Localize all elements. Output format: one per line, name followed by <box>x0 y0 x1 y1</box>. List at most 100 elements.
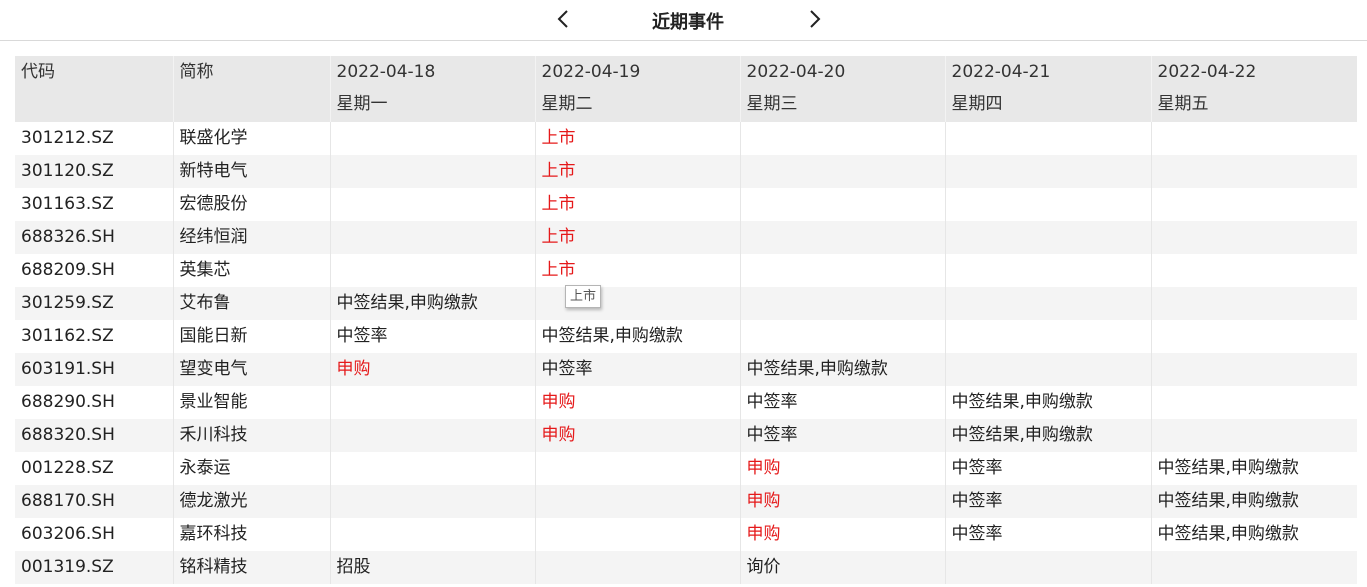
table-row[interactable]: 688290.SH 景业智能 申购 中签率 中签结果,申购缴款 <box>15 386 1357 419</box>
event-cell[interactable] <box>1150 353 1357 386</box>
event-cell[interactable]: 上市 <box>534 254 740 287</box>
event-cell[interactable]: 申购 <box>739 485 945 518</box>
event-cell[interactable]: 中签结果,申购缴款 <box>944 386 1151 419</box>
event-cell[interactable] <box>739 287 945 320</box>
event-cell[interactable] <box>1150 320 1357 353</box>
event-cell[interactable] <box>944 254 1151 287</box>
event-cell[interactable]: 中签率 <box>739 419 945 452</box>
event-cell[interactable]: 上市 <box>534 221 740 254</box>
stock-name-cell[interactable]: 景业智能 <box>172 386 330 419</box>
event-cell[interactable] <box>329 254 535 287</box>
column-header[interactable]: 2022-04-20 星期三 <box>739 56 945 122</box>
stock-code-cell[interactable]: 301162.SZ <box>15 320 173 353</box>
stock-code-cell[interactable]: 603206.SH <box>15 518 173 551</box>
event-cell[interactable]: 上市 <box>534 122 740 155</box>
event-cell[interactable]: 中签率 <box>944 452 1151 485</box>
stock-code-cell[interactable]: 688290.SH <box>15 386 173 419</box>
column-header[interactable]: 2022-04-19 星期二 <box>534 56 740 122</box>
event-cell[interactable] <box>739 221 945 254</box>
event-cell[interactable]: 中签结果,申购缴款 <box>944 419 1151 452</box>
event-cell[interactable]: 上市 <box>534 188 740 221</box>
table-row[interactable]: 301120.SZ 新特电气 上市 <box>15 155 1357 188</box>
event-cell[interactable] <box>944 320 1151 353</box>
column-header[interactable]: 2022-04-22 星期五 <box>1150 56 1357 122</box>
stock-name-cell[interactable]: 嘉环科技 <box>172 518 330 551</box>
event-cell[interactable] <box>534 452 740 485</box>
table-row[interactable]: 001228.SZ 永泰运 申购 中签率 中签结果,申购缴款 <box>15 452 1357 485</box>
column-header[interactable]: 代码 <box>15 56 173 122</box>
column-header[interactable]: 2022-04-18 星期一 <box>329 56 535 122</box>
event-cell[interactable]: 中签结果,申购缴款 <box>1150 485 1357 518</box>
event-cell[interactable] <box>1150 122 1357 155</box>
event-cell[interactable] <box>739 254 945 287</box>
stock-name-cell[interactable]: 国能日新 <box>172 320 330 353</box>
event-cell[interactable] <box>534 518 740 551</box>
event-cell[interactable] <box>329 386 535 419</box>
table-row[interactable]: 688209.SH 英集芯 上市 <box>15 254 1357 287</box>
event-cell[interactable] <box>944 353 1151 386</box>
table-row[interactable]: 603191.SH 望变电气 申购 中签率 中签结果,申购缴款 <box>15 353 1357 386</box>
stock-name-cell[interactable]: 宏德股份 <box>172 188 330 221</box>
stock-code-cell[interactable]: 301212.SZ <box>15 122 173 155</box>
event-cell[interactable] <box>739 122 945 155</box>
stock-code-cell[interactable]: 301120.SZ <box>15 155 173 188</box>
stock-name-cell[interactable]: 铭科精技 <box>172 551 330 584</box>
event-cell[interactable] <box>944 287 1151 320</box>
event-cell[interactable] <box>1150 254 1357 287</box>
prev-week-button[interactable] <box>551 6 575 32</box>
table-row[interactable]: 301162.SZ 国能日新 中签率 中签结果,申购缴款 <box>15 320 1357 353</box>
table-row[interactable]: 001319.SZ 铭科精技 招股 询价 <box>15 551 1357 584</box>
stock-name-cell[interactable]: 经纬恒润 <box>172 221 330 254</box>
event-cell[interactable]: 中签结果,申购缴款 <box>1150 452 1357 485</box>
event-cell[interactable]: 中签率 <box>944 485 1151 518</box>
column-header[interactable]: 2022-04-21 星期四 <box>944 56 1151 122</box>
event-cell[interactable] <box>534 485 740 518</box>
event-cell[interactable]: 中签率 <box>944 518 1151 551</box>
stock-name-cell[interactable]: 英集芯 <box>172 254 330 287</box>
event-cell[interactable] <box>739 188 945 221</box>
event-cell[interactable] <box>739 320 945 353</box>
stock-name-cell[interactable]: 永泰运 <box>172 452 330 485</box>
stock-code-cell[interactable]: 001319.SZ <box>15 551 173 584</box>
table-row[interactable]: 688320.SH 禾川科技 申购 中签率 中签结果,申购缴款 <box>15 419 1357 452</box>
event-cell[interactable]: 询价 <box>739 551 945 584</box>
stock-name-cell[interactable]: 德龙激光 <box>172 485 330 518</box>
event-cell[interactable] <box>739 155 945 188</box>
stock-code-cell[interactable]: 603191.SH <box>15 353 173 386</box>
event-cell[interactable] <box>534 551 740 584</box>
event-cell[interactable]: 申购 <box>739 518 945 551</box>
stock-name-cell[interactable]: 新特电气 <box>172 155 330 188</box>
event-cell[interactable]: 申购 <box>534 419 740 452</box>
event-cell[interactable]: 中签结果,申购缴款 <box>329 287 535 320</box>
stock-code-cell[interactable]: 001228.SZ <box>15 452 173 485</box>
event-cell[interactable] <box>329 452 535 485</box>
event-cell[interactable] <box>1150 386 1357 419</box>
stock-code-cell[interactable]: 688326.SH <box>15 221 173 254</box>
event-cell[interactable] <box>944 155 1151 188</box>
table-row[interactable]: 301212.SZ 联盛化学 上市 <box>15 122 1357 155</box>
table-row[interactable]: 301259.SZ 艾布鲁 中签结果,申购缴款 <box>15 287 1357 320</box>
event-cell[interactable]: 中签结果,申购缴款 <box>1150 518 1357 551</box>
event-cell[interactable] <box>944 188 1151 221</box>
event-cell[interactable]: 上市 <box>534 155 740 188</box>
event-cell[interactable] <box>1150 419 1357 452</box>
event-cell[interactable] <box>1150 287 1357 320</box>
stock-name-cell[interactable]: 禾川科技 <box>172 419 330 452</box>
event-cell[interactable]: 中签率 <box>534 353 740 386</box>
event-cell[interactable]: 申购 <box>534 386 740 419</box>
stock-code-cell[interactable]: 301163.SZ <box>15 188 173 221</box>
table-row[interactable]: 688326.SH 经纬恒润 上市 <box>15 221 1357 254</box>
event-cell[interactable]: 申购 <box>739 452 945 485</box>
table-row[interactable]: 603206.SH 嘉环科技 申购 中签率 中签结果,申购缴款 <box>15 518 1357 551</box>
event-cell[interactable]: 申购 <box>329 353 535 386</box>
event-cell[interactable] <box>329 518 535 551</box>
column-header[interactable]: 简称 <box>172 56 330 122</box>
event-cell[interactable]: 中签率 <box>739 386 945 419</box>
event-cell[interactable] <box>1150 188 1357 221</box>
next-week-button[interactable] <box>803 6 827 32</box>
event-cell[interactable] <box>329 122 535 155</box>
stock-code-cell[interactable]: 688170.SH <box>15 485 173 518</box>
event-cell[interactable]: 招股 <box>329 551 535 584</box>
event-cell[interactable] <box>1150 155 1357 188</box>
event-cell[interactable] <box>329 155 535 188</box>
